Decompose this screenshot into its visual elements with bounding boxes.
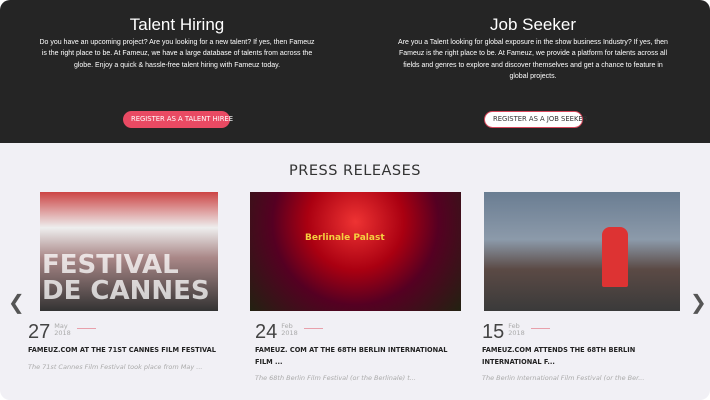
date-year: 2018 xyxy=(508,329,525,337)
divider xyxy=(303,328,323,329)
chevron-left-icon[interactable]: ❮ xyxy=(8,292,25,312)
divider xyxy=(76,328,96,329)
cannes-festival-image[interactable]: FESTIVAL DE CANNES xyxy=(40,192,218,311)
press-date: 27 May 2018 xyxy=(28,322,96,342)
register-talent-hiree-button[interactable]: REGISTER AS A TALENT HIREE xyxy=(123,111,233,128)
registration-section: Talent Hiring Do you have an upcoming pr… xyxy=(0,0,710,143)
image-caption: FESTIVAL DE CANNES xyxy=(42,250,210,306)
register-job-seeker-button[interactable]: REGISTER AS A JOB SEEKER xyxy=(484,111,587,128)
chevron-right-icon[interactable]: ❯ xyxy=(690,292,707,312)
talent-hiring-title: Talent Hiring xyxy=(129,15,225,34)
date-day: 27 xyxy=(28,321,51,343)
press-title-link[interactable]: FAMEUZ. COM AT THE 68TH BERLIN INTERNATI… xyxy=(255,344,465,368)
press-title-link[interactable]: FAMEUZ.COM ATTENDS THE 68TH BERLIN INTER… xyxy=(482,344,692,368)
press-excerpt: The 71st Cannes Film Festival took place… xyxy=(28,363,203,371)
press-excerpt: The Berlin International Film Festival (… xyxy=(482,374,645,382)
berlinale-image[interactable]: Berlinale Palast xyxy=(250,192,461,311)
bear-statue xyxy=(602,227,628,287)
press-excerpt: The 68th Berlin Film Festival (or the Be… xyxy=(255,374,417,382)
job-seeker-title: Job Seeker xyxy=(490,15,576,34)
date-year: 2018 xyxy=(54,329,71,337)
berlin-bear-image[interactable] xyxy=(484,192,680,311)
date-day: 24 xyxy=(255,321,278,343)
page: Talent Hiring Do you have an upcoming pr… xyxy=(0,0,710,400)
date-day: 15 xyxy=(482,321,505,343)
press-date: 15 Feb 2018 xyxy=(482,322,550,342)
press-date: 24 Feb 2018 xyxy=(255,322,323,342)
image-caption: Berlinale Palast xyxy=(305,233,385,243)
press-title-link[interactable]: FAMEUZ.COM AT THE 71ST CANNES FILM FESTI… xyxy=(28,344,238,356)
talent-hiring-text: Do you have an upcoming project? Are you… xyxy=(39,39,315,69)
job-seeker-text: Are you a Talent looking for global expo… xyxy=(398,39,668,80)
divider xyxy=(530,328,550,329)
date-year: 2018 xyxy=(281,329,298,337)
press-releases-title: PRESS RELEASES xyxy=(289,163,421,179)
